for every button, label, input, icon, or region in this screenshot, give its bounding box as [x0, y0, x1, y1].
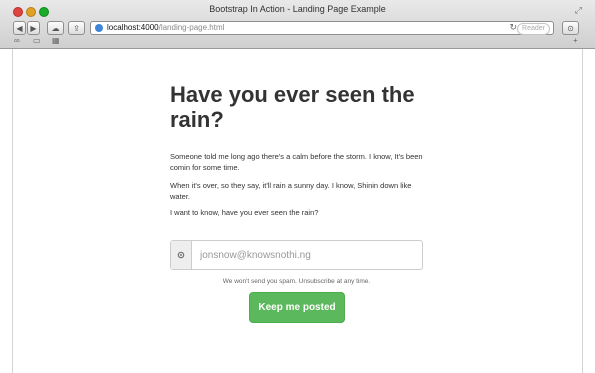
forward-button[interactable]: ▶	[27, 21, 40, 35]
globe-icon	[95, 24, 103, 32]
url-text[interactable]: localhost:4000/landing-page.html	[107, 23, 224, 32]
fullscreen-icon[interactable]: ⤢	[575, 5, 582, 16]
downloads-icon[interactable]: ⊙	[562, 21, 579, 35]
intro-paragraph-2: When it's over, so they say, it'll rain …	[170, 181, 412, 201]
address-bar[interactable]: localhost:4000/landing-page.html ↻ Reade…	[90, 21, 554, 35]
reload-icon[interactable]: ↻	[509, 22, 517, 33]
reader-button[interactable]: Reader	[517, 23, 550, 35]
bookmarks-icon[interactable]: ▭	[33, 36, 41, 45]
intro-paragraph-1: Someone told me long ago there's a calm …	[170, 152, 423, 172]
intro-paragraph-3: I want to know, have you ever seen the r…	[170, 208, 319, 217]
browser-chrome: Bootstrap In Action - Landing Page Examp…	[0, 0, 595, 49]
add-tab-icon[interactable]: +	[573, 36, 578, 45]
email-signup-group	[170, 240, 423, 270]
email-addon	[171, 241, 192, 269]
cloud-icon[interactable]: ☁	[47, 21, 64, 35]
keep-me-posted-button[interactable]: Keep me posted	[249, 292, 345, 323]
back-button[interactable]: ◀	[13, 21, 26, 35]
window-title: Bootstrap In Action - Landing Page Examp…	[209, 4, 386, 14]
at-icon	[177, 251, 185, 259]
spam-note: We won't send you spam. Unsubscribe at a…	[222, 278, 371, 285]
page-headline: Have you ever seen the rain?	[170, 82, 415, 132]
reading-list-icon[interactable]: ∞	[14, 36, 20, 45]
share-icon[interactable]: ⇪	[68, 21, 85, 35]
page-content: Have you ever seen the rain? Someone tol…	[12, 49, 583, 373]
email-input[interactable]	[192, 241, 422, 269]
browser-window: Bootstrap In Action - Landing Page Examp…	[0, 0, 595, 373]
top-sites-icon[interactable]: ▦	[52, 36, 60, 45]
